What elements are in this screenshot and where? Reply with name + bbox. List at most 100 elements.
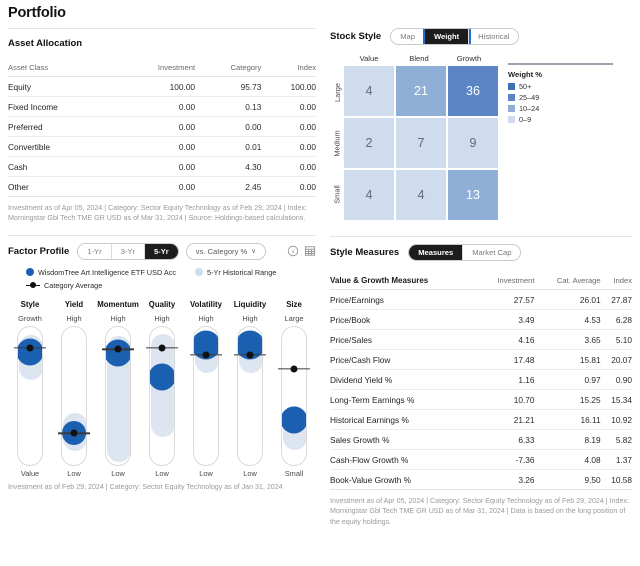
cell-index: 10.92 [600, 409, 632, 430]
style-box-cell-small-value[interactable]: 4 [344, 170, 394, 220]
stock-style-title: Stock Style [330, 31, 382, 42]
style-box-cell-large-blend[interactable]: 21 [396, 66, 446, 116]
asset-allocation-table: Asset Class Investment Category Index Eq… [8, 59, 316, 197]
investment-dot-icon [26, 268, 34, 277]
cell-measure: Sales Growth % [330, 429, 479, 450]
column-header-investment: Investment [478, 272, 535, 290]
column-header-asset-class: Asset Class [8, 59, 116, 77]
cell-investment: 4.16 [478, 329, 535, 350]
cell-index: 5.82 [600, 429, 632, 450]
legend-label-historical-range: 5-Yr Historical Range [207, 267, 277, 277]
cell-index: 0.00 [261, 136, 316, 157]
table-row: Historical Earnings % 21.21 16.11 10.92 [330, 409, 632, 430]
cell-cat-average: 15.25 [534, 389, 601, 410]
style-box-cell-medium-value[interactable]: 2 [344, 118, 394, 168]
legend-item: 50+ [508, 82, 628, 91]
cell-investment: 21.21 [478, 409, 535, 430]
tab-5-yr[interactable]: 5-Yr [144, 243, 178, 259]
cell-index: 0.00 [261, 96, 316, 117]
cell-category: 4.30 [195, 156, 262, 177]
cell-measure: Long-Term Earnings % [330, 389, 479, 410]
cell-cat-average: 0.97 [534, 369, 601, 390]
weight-legend-title: Weight % [508, 70, 543, 79]
cell-index: 0.90 [600, 369, 632, 390]
style-measures-tabs[interactable]: Measures Market Cap [408, 244, 522, 261]
table-view-icon[interactable] [304, 245, 316, 257]
cell-measure: Price/Book [330, 309, 479, 330]
stock-style-tabs[interactable]: Map Weight Historical [390, 28, 520, 45]
tab-weight[interactable]: Weight [422, 29, 472, 44]
cell-investment: 0.00 [115, 116, 196, 137]
cell-index: 100.00 [261, 76, 316, 97]
column-header-category: Category [195, 59, 262, 77]
legend-item-investment: WisdomTree Art Intelligence ETF USD Acc [26, 268, 176, 277]
cell-investment: 27.57 [478, 289, 535, 310]
tab-map[interactable]: Map [391, 29, 425, 44]
portfolio-page: Portfolio Asset Allocation Asset Class I… [0, 0, 640, 566]
column-header-index: Index [261, 59, 316, 77]
tab-market-cap[interactable]: Market Cap [463, 245, 521, 260]
factor-bottom-label: Low [111, 468, 125, 478]
cell-asset-class: Other [8, 176, 116, 197]
stock-style-section: Stock Style Map Weight Historical Large … [330, 28, 632, 220]
row-label-medium: Medium [332, 130, 342, 157]
style-box-cell-small-growth[interactable]: 13 [448, 170, 498, 220]
factor-column-liquidity: Liquidity High Low [228, 300, 272, 478]
style-box-cell-large-growth[interactable]: 36 [448, 66, 498, 116]
style-box-cell-large-value[interactable]: 4 [344, 66, 394, 116]
cell-cat-average: 26.01 [534, 289, 601, 310]
factor-name: Yield [64, 299, 84, 309]
factor-bottom-label: Small [284, 468, 304, 478]
cell-measure: Price/Cash Flow [330, 349, 479, 370]
factor-profile-title: Factor Profile [8, 245, 70, 257]
category-average-dot [70, 429, 78, 437]
table-row: Convertible 0.00 0.01 0.00 [8, 136, 316, 157]
factor-column-size: Size Large Small [272, 300, 316, 478]
tab-3-yr[interactable]: 3-Yr [111, 243, 145, 259]
factor-name: Liquidity [233, 299, 267, 309]
factor-top-label: High [198, 313, 214, 323]
factor-column-quality: Quality High Low [140, 300, 184, 478]
factor-profile-legend: WisdomTree Art Intelligence ETF USD Acc … [8, 260, 316, 296]
range-dot-icon [195, 268, 204, 277]
tab-historical[interactable]: Historical [469, 29, 519, 44]
table-header-row: Asset Class Investment Category Index [8, 59, 316, 77]
legend-item-category-average: Category Average [26, 281, 102, 290]
style-box-cell-medium-growth[interactable]: 9 [448, 118, 498, 168]
legend-swatch-icon [508, 116, 515, 123]
cell-investment: 0.00 [115, 136, 196, 157]
style-box-cell-medium-blend[interactable]: 7 [396, 118, 446, 168]
legend-item-historical-range: 5-Yr Historical Range [195, 268, 276, 277]
style-measures-table: Value & Growth Measures Investment Cat. … [330, 272, 632, 490]
style-box-cell-small-blend[interactable]: 4 [396, 170, 446, 220]
cell-index: 27.87 [600, 289, 632, 310]
column-header-index: Index [600, 272, 632, 290]
cell-investment: 10.70 [478, 389, 535, 410]
cell-asset-class: Fixed Income [8, 96, 116, 117]
factor-top-label: High [66, 313, 82, 323]
asset-allocation-section: Asset Allocation Asset Class Investment … [8, 29, 316, 224]
legend-rule [508, 63, 613, 65]
cell-cat-average: 4.08 [534, 449, 601, 470]
comparison-selector[interactable]: vs. Category % ∨ [185, 242, 267, 260]
cell-category: 0.01 [195, 136, 262, 157]
table-row: Dividend Yield % 1.16 0.97 0.90 [330, 369, 632, 390]
tab-measures[interactable]: Measures [409, 245, 464, 260]
tab-1-yr[interactable]: 1-Yr [78, 243, 112, 259]
legend-item: 0–9 [508, 115, 628, 124]
info-icon[interactable] [287, 245, 299, 257]
chevron-down-icon: ∨ [251, 248, 257, 256]
table-row: Equity 100.00 95.73 100.00 [8, 76, 316, 97]
factor-bottom-label: Low [67, 468, 81, 478]
factor-period-tabs[interactable]: 1-Yr 3-Yr 5-Yr [77, 242, 179, 260]
legend-label-category-average: Category Average [44, 280, 103, 290]
factor-name: Style [20, 299, 40, 309]
cell-index: 0.00 [261, 116, 316, 137]
factor-profile-header: Factor Profile 1-Yr 3-Yr 5-Yr vs. Catego… [8, 236, 316, 260]
weight-legend-items: 50+ 25–49 10–24 0–9 [508, 82, 628, 124]
factor-top-label: High [154, 313, 170, 323]
factor-name: Quality [148, 299, 176, 309]
cell-index: 15.34 [600, 389, 632, 410]
factor-bottom-label: Low [243, 468, 257, 478]
cell-category: 95.73 [195, 76, 262, 97]
